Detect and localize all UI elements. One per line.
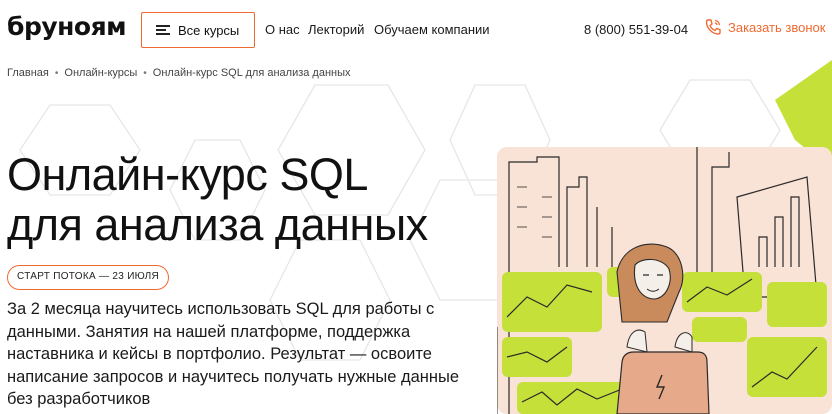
- nav-link-about[interactable]: О нас: [265, 22, 300, 37]
- callback-label: Заказать звонок: [728, 19, 826, 35]
- nav-link-lectures[interactable]: Лекторий: [308, 22, 364, 37]
- logo[interactable]: бруноям: [7, 12, 127, 42]
- breadcrumb-current: Онлайн-курс SQL для анализа данных: [152, 67, 351, 79]
- callback-button[interactable]: Заказать звонок: [704, 18, 825, 36]
- title-line-2: для анализа данных: [7, 199, 428, 250]
- page-title: Онлайн-курс SQL для анализа данных: [7, 150, 428, 250]
- breadcrumb-online-courses[interactable]: Онлайн-курсы: [64, 67, 137, 79]
- breadcrumb-separator-icon: •: [54, 67, 59, 79]
- burger-menu-icon: [156, 25, 170, 35]
- hero-illustration: [497, 147, 832, 414]
- title-line-1: Онлайн-курс SQL: [7, 149, 368, 200]
- start-date-badge: СТАРТ ПОТОКА — 23 ИЮЛЯ: [7, 265, 170, 290]
- all-courses-button[interactable]: Все курсы: [141, 12, 255, 48]
- site-header: бруноям Все курсы О нас Лекторий Обучаем…: [0, 0, 832, 60]
- breadcrumb: Главная • Онлайн-курсы • Онлайн-курс SQL…: [7, 67, 351, 79]
- breadcrumb-home[interactable]: Главная: [7, 67, 49, 79]
- phone-number-link[interactable]: 8 (800) 551-39-04: [584, 22, 688, 37]
- nav-link-corporate[interactable]: Обучаем компании: [374, 22, 490, 37]
- breadcrumb-separator-icon: •: [143, 67, 147, 79]
- phone-icon: [705, 19, 721, 35]
- course-description: За 2 месяца научитесь использовать SQL д…: [7, 300, 460, 408]
- all-courses-label: Все курсы: [178, 22, 240, 38]
